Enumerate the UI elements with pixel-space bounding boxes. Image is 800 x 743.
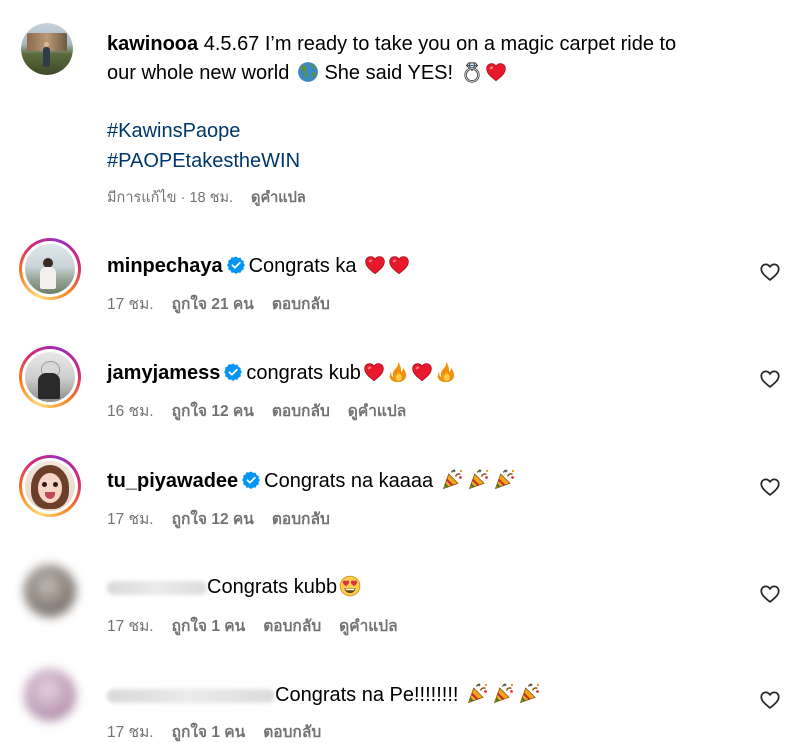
comment-text-line: Congrats kubb: [107, 573, 361, 601]
comment-meta: 16 ชม. ถูกใจ 12 คน ตอบกลับ ดูคำแปล: [107, 402, 424, 422]
comment-avatar[interactable]: [19, 238, 81, 300]
verified-badge-icon: [224, 363, 242, 381]
reply-button[interactable]: ตอบกลับ: [272, 511, 330, 528]
comment-username[interactable]: tu_piyawadee: [107, 470, 238, 492]
comment-text-line: Congrats na Pe!!!!!!!!: [107, 681, 542, 709]
meta-separator: ·: [180, 190, 186, 206]
comment-avatar[interactable]: [24, 669, 76, 721]
reply-button[interactable]: ตอบกลับ: [272, 403, 330, 420]
party-popper-emoji: [518, 681, 542, 705]
reply-button[interactable]: ตอบกลับ: [263, 724, 321, 741]
red-heart-emoji: [364, 254, 386, 276]
comment-time: 16 ชม.: [107, 403, 154, 420]
see-translation-link[interactable]: ดูคำแปล: [348, 403, 406, 420]
comment-meta: 17 ชม. ถูกใจ 1 คน ตอบกลับ ดูคำแปล: [107, 617, 416, 637]
comment-text: Congrats ka: [248, 255, 357, 277]
comment-avatar[interactable]: [19, 455, 81, 517]
comment-likes[interactable]: ถูกใจ 12 คน: [172, 403, 254, 420]
post-author-username[interactable]: kawinooa: [107, 33, 198, 55]
comment-meta: 17 ชม. ถูกใจ 1 คน ตอบกลับ: [107, 723, 339, 743]
ring-emoji: [461, 61, 483, 83]
comment-time: 17 ชม.: [107, 511, 154, 528]
post-caption-text-2: our whole new world: [107, 62, 290, 84]
post-caption-text-3: She said YES!: [324, 62, 454, 84]
red-heart-emoji: [388, 254, 410, 276]
party-popper-emoji: [493, 467, 517, 491]
comment-avatar[interactable]: [19, 346, 81, 408]
like-heart-icon[interactable]: [759, 368, 781, 390]
verified-badge-icon: [227, 256, 245, 274]
comment-username[interactable]: jamyjamess: [107, 362, 220, 384]
comment-username[interactable]: [107, 688, 275, 703]
post-time: 18 ชม.: [189, 190, 234, 206]
comment-username[interactable]: minpechaya: [107, 255, 223, 277]
post-caption-line-2: our whole new world She said YES!: [107, 59, 507, 87]
post-meta: มีการแก้ไข · 18 ชม. ดูคำแปล: [107, 188, 324, 208]
reply-button[interactable]: ตอบกลับ: [263, 618, 321, 635]
post-caption-line-1: kawinooa 4.5.67 I’m ready to take you on…: [107, 30, 676, 58]
red-heart-emoji: [363, 361, 385, 383]
like-heart-icon[interactable]: [759, 583, 781, 605]
comment-likes[interactable]: ถูกใจ 1 คน: [172, 724, 246, 741]
comment-time: 17 ชม.: [107, 618, 154, 635]
comment-text-line: minpechaya Congrats ka: [107, 252, 410, 280]
comment-text-line: jamyjamess congrats kub: [107, 359, 457, 387]
edited-label: มีการแก้ไข: [107, 190, 177, 206]
comment-likes[interactable]: ถูกใจ 21 คน: [172, 296, 254, 313]
reply-button[interactable]: ตอบกลับ: [272, 296, 330, 313]
comment-text: Congrats na Pe!!!!!!!!: [275, 684, 459, 706]
comment-meta: 17 ชม. ถูกใจ 12 คน ตอบกลับ: [107, 510, 348, 530]
see-translation-link[interactable]: ดูคำแปล: [251, 190, 306, 206]
post-caption-text: 4.5.67 I’m ready to take you on a magic …: [203, 33, 677, 55]
comment-time: 17 ชม.: [107, 724, 154, 741]
fire-emoji: [387, 361, 409, 383]
globe-emoji: [297, 61, 319, 83]
comment-text: Congrats kubb: [207, 576, 338, 598]
verified-badge-icon: [242, 471, 260, 489]
comment-likes[interactable]: ถูกใจ 1 คน: [172, 618, 246, 635]
party-popper-emoji: [467, 467, 491, 491]
hashtag-link[interactable]: #PAOPEtakestheWIN: [107, 147, 300, 175]
comment-text: congrats kub: [246, 362, 361, 384]
party-popper-emoji: [441, 467, 465, 491]
like-heart-icon[interactable]: [759, 689, 781, 711]
comment-username[interactable]: [107, 580, 207, 595]
like-heart-icon[interactable]: [759, 261, 781, 283]
comment-avatar[interactable]: [24, 565, 76, 617]
red-heart-emoji: [411, 361, 433, 383]
fire-emoji: [435, 361, 457, 383]
red-heart-emoji: [485, 61, 507, 83]
heart-eyes-emoji: [339, 575, 361, 597]
comment-meta: 17 ชม. ถูกใจ 21 คน ตอบกลับ: [107, 295, 348, 315]
comment-text: Congrats na kaaaa: [264, 470, 434, 492]
post-author-avatar[interactable]: [21, 23, 73, 75]
party-popper-emoji: [466, 681, 490, 705]
comment-likes[interactable]: ถูกใจ 12 คน: [172, 511, 254, 528]
comment-text-line: tu_piyawadee Congrats na kaaaa: [107, 467, 517, 495]
see-translation-link[interactable]: ดูคำแปล: [339, 618, 397, 635]
party-popper-emoji: [492, 681, 516, 705]
like-heart-icon[interactable]: [759, 476, 781, 498]
hashtag-link[interactable]: #KawinsPaope: [107, 117, 240, 145]
comment-time: 17 ชม.: [107, 296, 154, 313]
